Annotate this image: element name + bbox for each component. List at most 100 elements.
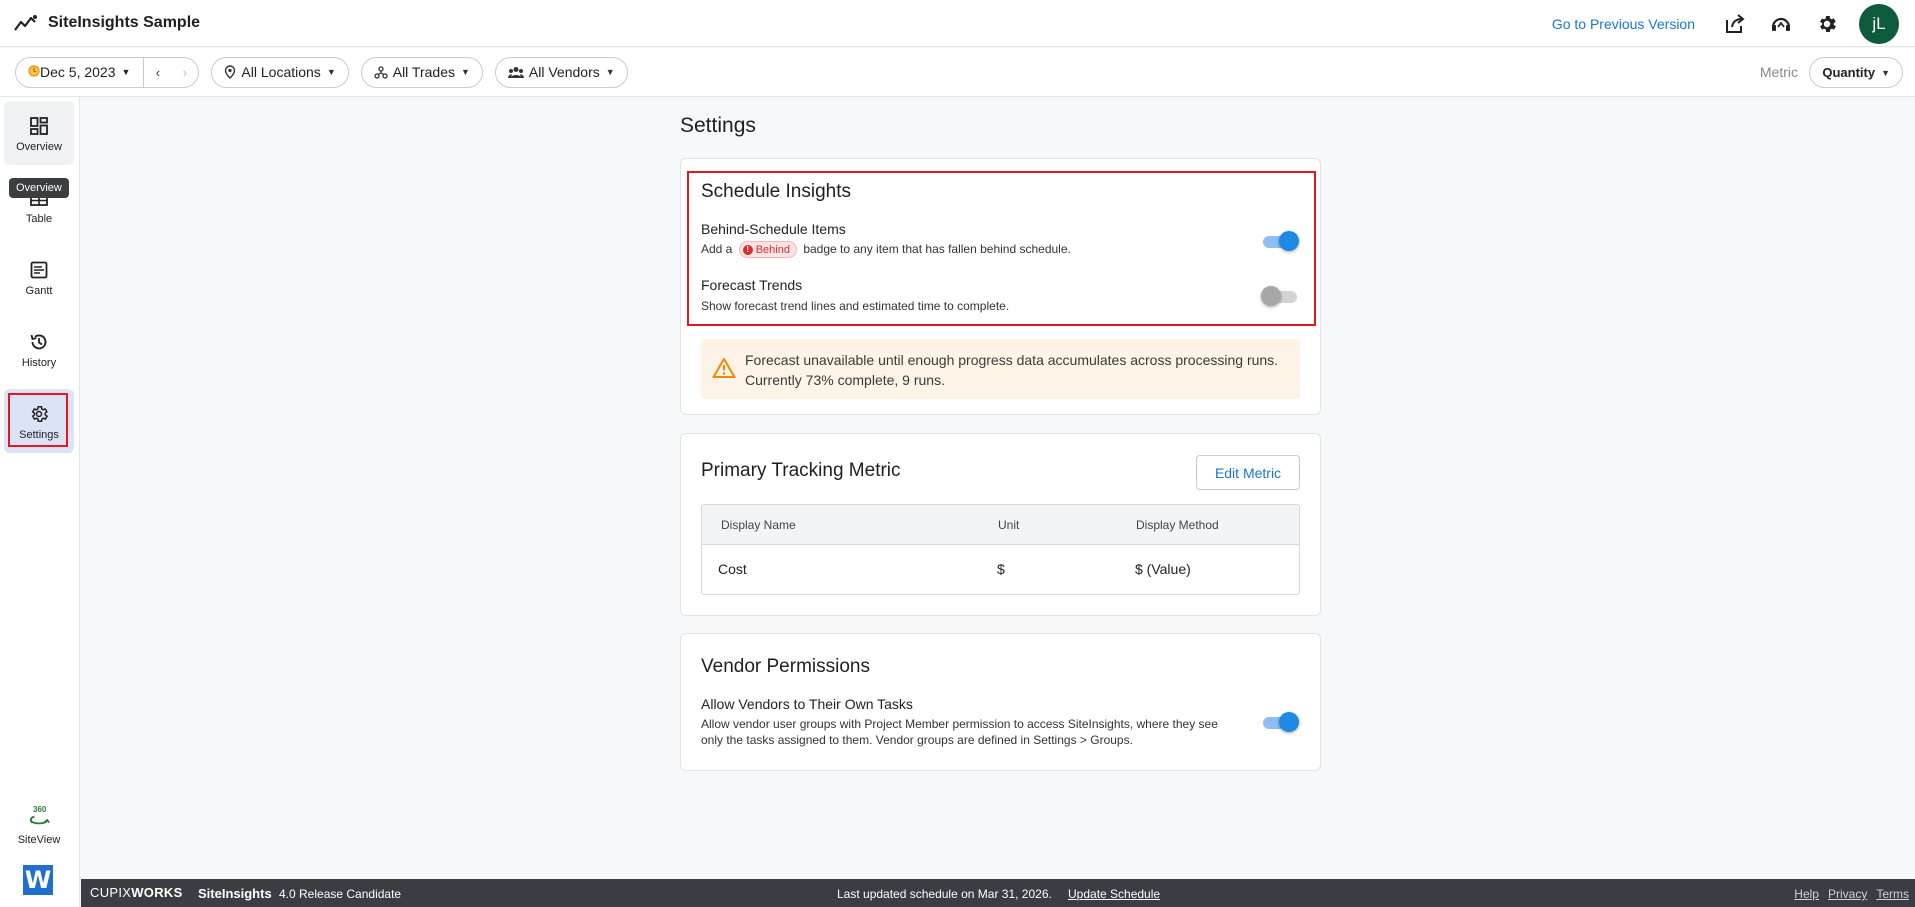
column-header: Display Method <box>1136 518 1219 532</box>
location-pin-icon <box>224 65 236 79</box>
highlight-box <box>8 393 68 447</box>
desc-line: Allow vendor user groups with Project Me… <box>701 717 1218 731</box>
warning-icon <box>712 357 736 379</box>
brand-text: CUPIX <box>90 885 132 900</box>
avatar[interactable]: jL <box>1859 3 1899 44</box>
siteview-badge: 360 <box>33 804 47 814</box>
warning-line: Currently 73% complete, 9 runs. <box>745 372 945 388</box>
sidebar-item-settings[interactable]: Settings <box>4 389 74 453</box>
footer-links: Help Privacy Terms <box>1785 887 1909 901</box>
top-bar: SiteInsights Sample Go to Previous Versi… <box>0 0 1915 47</box>
allow-vendors-description: Allow vendor user groups with Project Me… <box>701 716 1218 748</box>
previous-date-button[interactable]: ‹ <box>144 58 171 87</box>
last-updated-text: Last updated schedule on Mar 31, 2026. <box>837 887 1052 901</box>
table-cell: Cost <box>718 561 747 577</box>
column-header: Unit <box>998 518 1020 532</box>
alert-icon: ! <box>742 244 753 255</box>
metric-select[interactable]: Quantity ▼ <box>1809 57 1903 88</box>
help-link[interactable]: Help <box>1794 887 1819 901</box>
terms-link[interactable]: Terms <box>1876 887 1909 901</box>
trades-icon <box>374 65 388 79</box>
dashboard-icon <box>27 114 51 138</box>
sidebar-item-label: Overview <box>16 140 62 153</box>
table-header: Display Name Unit Display Method <box>702 505 1299 545</box>
forecast-trends-title: Forecast Trends <box>701 277 803 293</box>
desc-text: Add a <box>701 242 733 256</box>
group-icon <box>507 66 524 78</box>
date-picker-group: Dec 5, 2023 ▼ ‹ › <box>15 56 200 88</box>
history-icon <box>27 330 51 354</box>
works-logo[interactable]: W <box>23 865 53 895</box>
desc-line: only the tasks assigned to them. Vendor … <box>701 733 1133 747</box>
share-icon[interactable] <box>1721 10 1749 38</box>
vendor-permissions-card: Vendor Permissions Allow Vendors to Thei… <box>680 633 1321 771</box>
behind-badge: ! Behind <box>738 241 797 259</box>
badge-label: Behind <box>755 243 790 256</box>
warning-text: Forecast unavailable until enough progre… <box>745 350 1278 390</box>
version-label: 4.0 Release Candidate <box>279 887 402 901</box>
footer: CUPIXWORKS SiteInsights 4.0 Release Cand… <box>81 879 1915 907</box>
table-cell: $ <box>997 561 1005 577</box>
vendor-permissions-title: Vendor Permissions <box>701 656 870 677</box>
allow-vendors-title: Allow Vendors to Their Own Tasks <box>701 696 913 712</box>
schedule-insights-card: Schedule Insights Behind-Schedule Items … <box>680 158 1321 415</box>
allow-vendors-toggle[interactable] <box>1261 712 1301 732</box>
support-icon[interactable] <box>1767 10 1795 38</box>
column-header: Display Name <box>721 518 796 532</box>
page-title: Settings <box>680 114 756 137</box>
trades-label: All Trades <box>392 64 455 80</box>
forecast-warning: Forecast unavailable until enough progre… <box>701 339 1300 399</box>
trend-logo-icon <box>14 12 40 34</box>
behind-schedule-description: Add a ! Behind badge to any item that has… <box>701 241 1071 259</box>
overview-tooltip: Overview <box>9 178 69 198</box>
tracking-metric-card: Primary Tracking Metric Edit Metric Disp… <box>680 433 1321 616</box>
behind-schedule-toggle[interactable] <box>1261 231 1301 251</box>
trades-filter[interactable]: All Trades ▼ <box>360 56 483 88</box>
date-selector[interactable]: Dec 5, 2023 ▼ <box>16 57 145 87</box>
vendors-label: All Vendors <box>528 64 600 80</box>
caret-down-icon: ▼ <box>1881 67 1890 78</box>
metric-value: Quantity <box>1822 65 1876 80</box>
clock-icon <box>28 64 40 80</box>
sidebar-item-overview[interactable]: Overview <box>4 101 74 165</box>
next-date-button[interactable]: › <box>171 58 198 87</box>
table-cell: $ (Value) <box>1135 561 1191 577</box>
forecast-trends-description: Show forecast trend lines and estimated … <box>701 299 1010 313</box>
filter-bar: Dec 5, 2023 ▼ ‹ › All Locations ▼ All Tr… <box>0 48 1915 97</box>
caret-down-icon: ▼ <box>460 67 470 77</box>
main-content: Settings Schedule Insights Behind-Schedu… <box>81 97 1915 879</box>
gantt-icon <box>27 258 51 282</box>
tracking-metric-title: Primary Tracking Metric <box>701 460 901 481</box>
locations-label: All Locations <box>241 64 321 80</box>
date-label: Dec 5, 2023 <box>40 64 116 80</box>
sidebar-item-label: History <box>21 356 57 369</box>
sidebar: Overview Table Gantt History Settings Ov… <box>0 97 80 907</box>
sidebar-item-label: SiteView <box>17 833 61 846</box>
sidebar-item-label: Table <box>25 212 53 225</box>
siteview-360-icon: 360 <box>27 804 51 831</box>
sidebar-item-siteview[interactable]: 360 SiteView <box>4 794 74 858</box>
metric-table: Display Name Unit Display Method Cost $ … <box>701 504 1300 595</box>
sidebar-item-gantt[interactable]: Gantt <box>4 245 74 309</box>
sidebar-item-label: Gantt <box>25 284 53 297</box>
update-schedule-link[interactable]: Update Schedule <box>1068 887 1160 901</box>
edit-metric-button[interactable]: Edit Metric <box>1196 455 1300 490</box>
locations-filter[interactable]: All Locations ▼ <box>211 56 349 88</box>
schedule-insights-title: Schedule Insights <box>701 181 851 202</box>
privacy-link[interactable]: Privacy <box>1828 887 1867 901</box>
vendors-filter[interactable]: All Vendors ▼ <box>494 56 628 88</box>
caret-down-icon: ▼ <box>605 67 615 77</box>
app-title: SiteInsights Sample <box>48 14 201 31</box>
warning-line: Forecast unavailable until enough progre… <box>745 352 1279 368</box>
desc-text: badge to any item that has fallen behind… <box>803 242 1071 256</box>
caret-down-icon: ▼ <box>121 67 131 77</box>
forecast-trends-toggle[interactable] <box>1261 286 1301 306</box>
product-name: SiteInsights <box>198 886 272 901</box>
brand-text: WORKS <box>131 885 183 900</box>
behind-schedule-title: Behind-Schedule Items <box>701 221 846 237</box>
sidebar-item-history[interactable]: History <box>4 317 74 381</box>
previous-version-link[interactable]: Go to Previous Version <box>1552 16 1695 32</box>
cupixworks-logo: CUPIXWORKS <box>90 885 183 900</box>
metric-label: Metric <box>1759 64 1798 80</box>
gear-icon[interactable] <box>1813 10 1841 38</box>
